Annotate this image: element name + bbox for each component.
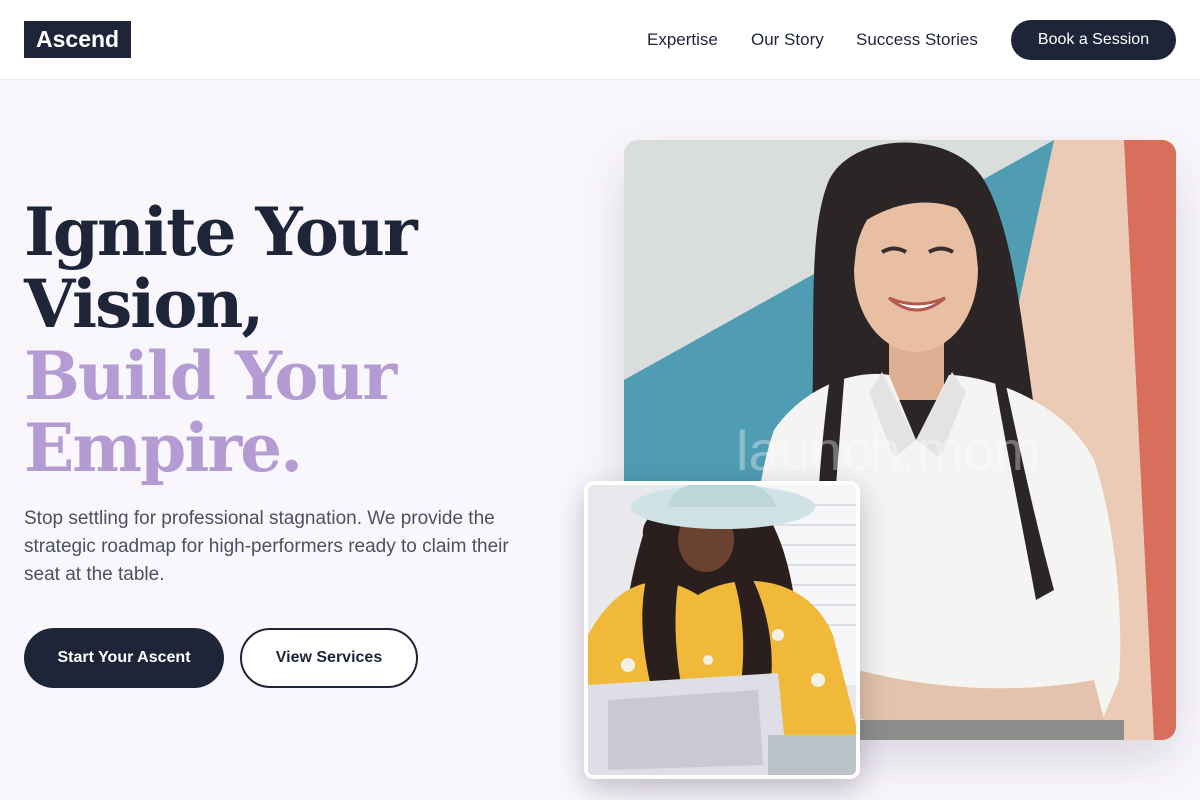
woman-writing-illustration — [588, 485, 856, 775]
book-session-button[interactable]: Book a Session — [1011, 20, 1176, 60]
headline-line-1: Ignite Your — [24, 193, 418, 271]
inset-photo — [584, 481, 860, 779]
nav-link-our-story[interactable]: Our Story — [751, 28, 824, 52]
top-navbar: Ascend Expertise Our Story Success Stori… — [0, 0, 1200, 80]
headline-line-3: Build Your — [24, 337, 397, 415]
nav-link-success-stories[interactable]: Success Stories — [856, 28, 978, 52]
view-services-button[interactable]: View Services — [240, 628, 418, 688]
headline-line-4: Empire. — [24, 409, 303, 487]
hero-headline: Ignite Your Vision, Build Your Empire. — [24, 196, 564, 484]
headline-line-2: Vision, — [24, 265, 264, 343]
hero-description: Stop settling for professional stagnatio… — [24, 508, 509, 585]
main-photo-watermark: launch.mom — [736, 419, 1041, 482]
brand-logo[interactable]: Ascend — [24, 21, 132, 58]
nav-link-expertise[interactable]: Expertise — [647, 28, 718, 52]
start-ascent-button[interactable]: Start Your Ascent — [24, 628, 224, 688]
